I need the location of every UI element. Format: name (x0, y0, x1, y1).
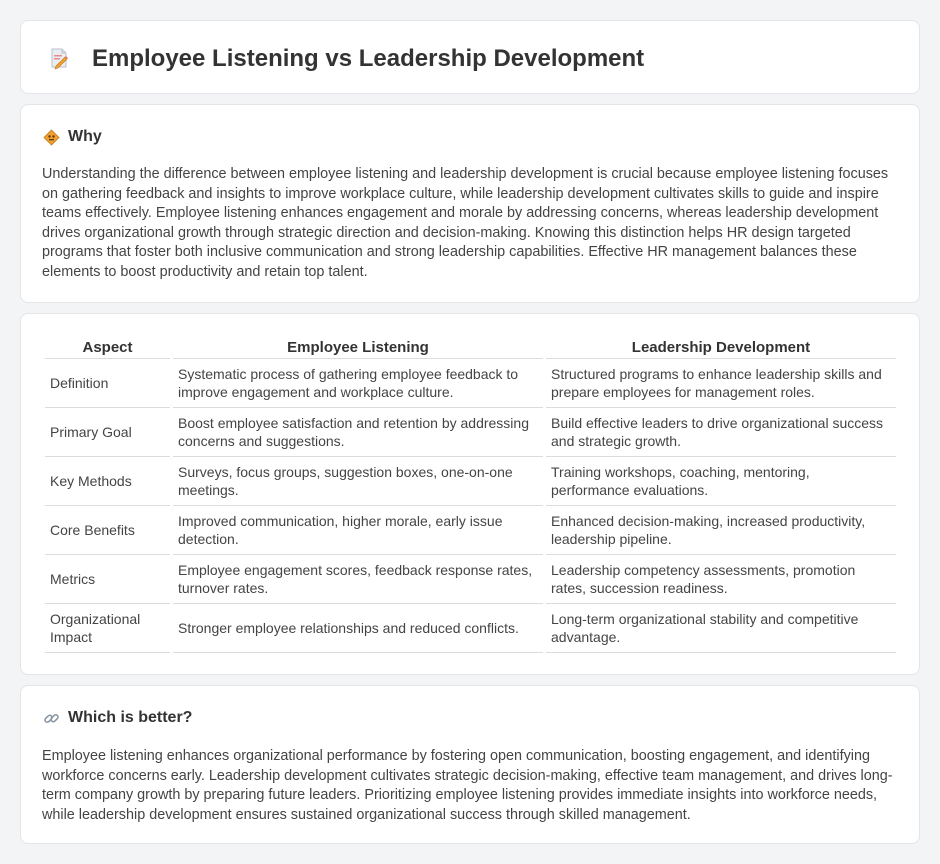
table-row: Definition Systematic process of gatheri… (45, 359, 896, 408)
aspect-cell: Primary Goal (45, 408, 170, 457)
why-section: Why Understanding the difference between… (20, 104, 920, 303)
table-row: Organizational Impact Stronger employee … (45, 604, 896, 653)
column-header-employee-listening: Employee Listening (173, 336, 543, 359)
leadership-development-cell: Leadership competency assessments, promo… (546, 555, 896, 604)
table-row: Core Benefits Improved communication, hi… (45, 506, 896, 555)
better-heading-row: Which is better? (43, 707, 192, 729)
leadership-development-cell: Long-term organizational stability and c… (546, 604, 896, 653)
aspect-cell: Metrics (45, 555, 170, 604)
aspect-cell: Definition (45, 359, 170, 408)
table-row: Key Methods Surveys, focus groups, sugge… (45, 457, 896, 506)
table-header-row: Aspect Employee Listening Leadership Dev… (45, 336, 896, 359)
header-card: Employee Listening vs Leadership Develop… (20, 20, 920, 94)
table-row: Primary Goal Boost employee satisfaction… (45, 408, 896, 457)
better-heading: Which is better? (68, 709, 193, 726)
employee-listening-cell: Employee engagement scores, feedback res… (173, 555, 543, 604)
leadership-development-cell: Enhanced decision-making, increased prod… (546, 506, 896, 555)
page-title: Employee Listening vs Leadership Develop… (92, 45, 645, 72)
employee-listening-cell: Improved communication, higher morale, e… (173, 506, 543, 555)
column-header-leadership-development: Leadership Development (546, 336, 896, 359)
employee-listening-cell: Stronger employee relationships and redu… (173, 604, 543, 653)
comparison-section: Aspect Employee Listening Leadership Dev… (20, 313, 920, 675)
why-heading-row: Why (43, 126, 102, 148)
table-row: Metrics Employee engagement scores, feed… (45, 555, 896, 604)
aspect-cell: Core Benefits (45, 506, 170, 555)
leadership-development-cell: Structured programs to enhance leadershi… (546, 359, 896, 408)
which-is-better-section: Which is better? Employee listening enha… (20, 685, 920, 844)
aspect-cell: Key Methods (45, 457, 170, 506)
why-text: Understanding the difference between emp… (42, 166, 889, 280)
link-icon (43, 710, 60, 727)
document-edit-icon (47, 46, 71, 70)
column-header-aspect: Aspect (45, 336, 170, 359)
leadership-development-cell: Training workshops, coaching, mentoring,… (546, 457, 896, 506)
aspect-cell: Organizational Impact (45, 604, 170, 653)
diamond-sign-icon (43, 128, 60, 146)
why-heading: Why (68, 128, 102, 145)
comparison-table: Aspect Employee Listening Leadership Dev… (42, 336, 899, 653)
leadership-development-cell: Build effective leaders to drive organiz… (546, 408, 896, 457)
employee-listening-cell: Systematic process of gathering employee… (173, 359, 543, 408)
better-text: Employee listening enhances organization… (42, 748, 893, 823)
employee-listening-cell: Boost employee satisfaction and retentio… (173, 408, 543, 457)
employee-listening-cell: Surveys, focus groups, suggestion boxes,… (173, 457, 543, 506)
